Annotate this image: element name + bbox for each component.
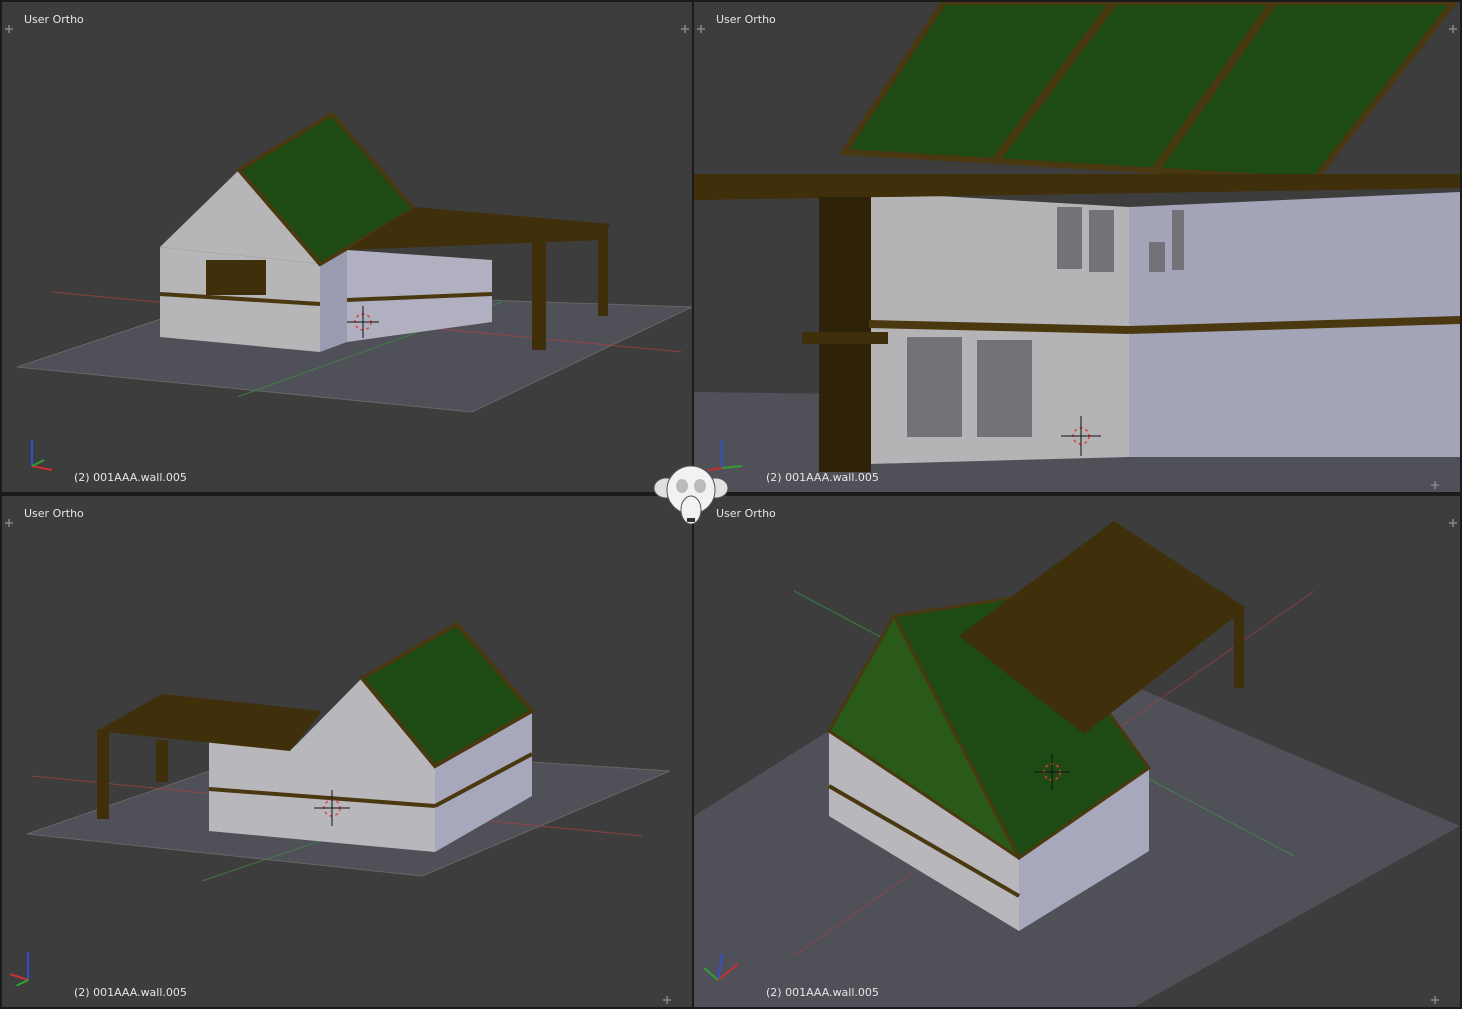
axis-gizmo-icon: [9, 952, 29, 986]
axis-gizmo-icon: [31, 440, 53, 471]
active-object-label: (2) 001AAA.wall.005: [766, 986, 879, 999]
plus-icon[interactable]: [4, 24, 14, 34]
scene-render: [26, 621, 671, 882]
plus-icon[interactable]: [696, 24, 706, 34]
blender-monkey-logo: [653, 465, 729, 525]
scene-render: [16, 111, 692, 413]
active-object-label: (2) 001AAA.wall.005: [74, 986, 187, 999]
viewport-title: User Ortho: [24, 13, 84, 26]
viewport-bottom-right[interactable]: User Ortho (2) 001AAA.wall.005: [694, 496, 1460, 1007]
plus-icon[interactable]: [662, 995, 672, 1005]
scene-render: [694, 521, 1460, 1007]
plus-icon[interactable]: [1448, 24, 1458, 34]
scene-render: [694, 2, 1460, 492]
plus-icon[interactable]: [680, 24, 690, 34]
active-object-label: (2) 001AAA.wall.005: [74, 471, 187, 484]
viewport-title: User Ortho: [24, 507, 84, 520]
plus-icon[interactable]: [1448, 518, 1458, 528]
viewport-bottom-left[interactable]: User Ortho (2) 001AAA.wall.005: [2, 496, 692, 1007]
active-object-label: (2) 001AAA.wall.005: [766, 471, 879, 484]
plus-icon[interactable]: [1430, 480, 1440, 490]
plus-icon[interactable]: [4, 518, 14, 528]
plus-icon[interactable]: [1430, 995, 1440, 1005]
viewport-top-left[interactable]: User Ortho (2) 001AAA.wall.005: [2, 2, 692, 492]
axis-gizmo-icon: [703, 953, 739, 981]
viewport-title: User Ortho: [716, 13, 776, 26]
viewport-top-right[interactable]: User Ortho (2) 001AAA.wall.005: [694, 2, 1460, 492]
